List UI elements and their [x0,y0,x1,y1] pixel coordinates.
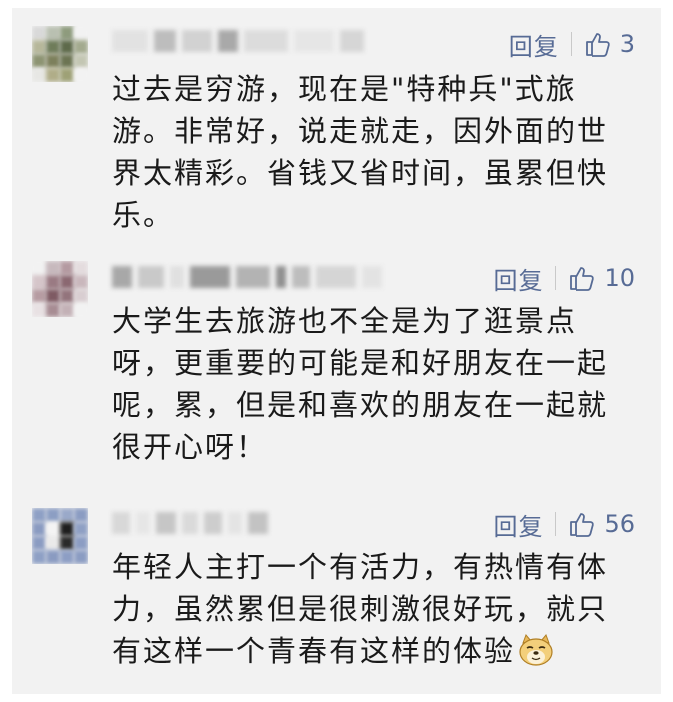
divider [555,512,557,536]
comments-panel: 回复 3 过去是穷游，现在是"特种兵"式旅游。非常好，说走就走，因外面的世界太精… [12,8,661,694]
like-count: 3 [619,30,635,58]
reply-button[interactable]: 回复 [509,27,559,62]
avatar[interactable] [32,261,88,317]
thumbs-up-icon [570,513,595,537]
like-count: 56 [604,510,635,538]
nickname-blurred [112,512,268,534]
comment-text: 大学生去旅游也不全是为了逛景点呀，更重要的可能是和好朋友在一起呢，累，但是和喜欢… [112,304,609,464]
like-button[interactable]: 56 [568,510,635,538]
doge-emoji-icon [519,634,553,666]
nickname-blurred [112,30,364,52]
like-button[interactable]: 3 [584,30,635,58]
reply-button[interactable]: 回复 [493,261,543,296]
thumbs-up-icon [585,33,610,57]
comment-actions: 回复 3 [509,27,635,62]
divider [570,32,572,56]
comment-text: 年轻人主打一个有活力，有热情有体力，虽然累但是很刺激很好玩，就只有这样一个青春有… [112,546,637,672]
reply-button[interactable]: 回复 [493,507,543,542]
nickname-blurred [112,266,382,288]
avatar[interactable] [32,26,88,82]
comment-actions: 回复 56 [493,507,635,542]
like-count: 10 [604,264,635,292]
comment-actions: 回复 10 [493,261,635,296]
like-button[interactable]: 10 [568,264,635,292]
thumbs-up-icon [570,267,595,291]
comment-text: 过去是穷游，现在是"特种兵"式旅游。非常好，说走就走，因外面的世界太精彩。省钱又… [112,72,609,232]
divider [555,266,557,290]
avatar[interactable] [32,508,88,564]
